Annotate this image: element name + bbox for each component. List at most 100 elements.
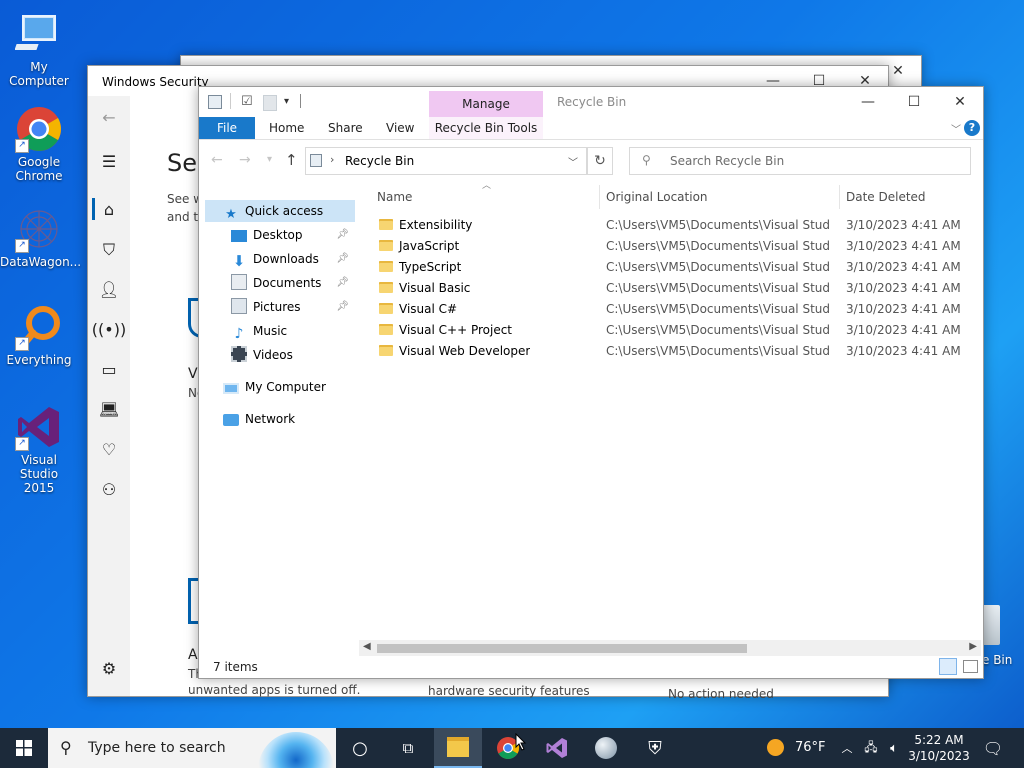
table-row[interactable]: TypeScript C:\Users\VM5\Documents\Visual… (373, 257, 1024, 278)
desktop-icon-everything[interactable]: ↗ Everything (0, 303, 78, 367)
weather-temperature[interactable]: 76°F (795, 740, 826, 755)
nav-documents[interactable]: Documents 📌︎ (231, 272, 353, 294)
scrollbar-thumb[interactable] (377, 644, 747, 653)
details-view-icon[interactable] (939, 658, 957, 675)
nav-music[interactable]: ♪ Music (231, 320, 353, 342)
column-header-date-deleted[interactable]: Date Deleted (846, 185, 926, 209)
app-browser-icon[interactable]: ▭ (88, 360, 130, 379)
scroll-left-icon[interactable]: ◀ (363, 641, 371, 652)
manage-context-tab[interactable]: Manage (429, 91, 543, 117)
navigation-pane: ★ Quick access Desktop 📌︎ ⬇ Downloads 📌︎ Doc… (199, 183, 359, 656)
tab-share[interactable]: Share (328, 117, 363, 139)
taskbar-visual-studio[interactable] (533, 728, 581, 768)
pin-icon[interactable]: 📌︎ (336, 296, 349, 318)
table-row[interactable]: Visual C++ Project C:\Users\VM5\Document… (373, 320, 1024, 341)
table-row[interactable]: Visual C# C:\Users\VM5\Documents\Visual … (373, 299, 1024, 320)
nav-downloads[interactable]: ⬇ Downloads 📌︎ (231, 248, 353, 270)
nav-my-computer[interactable]: My Computer (223, 376, 353, 398)
address-bar[interactable]: › Recycle Bin ﹀ (305, 147, 587, 175)
pin-icon[interactable]: 📌︎ (336, 248, 349, 270)
pin-icon[interactable]: 📌︎ (336, 272, 349, 294)
file-explorer-window[interactable]: ☑ ▾ Manage Recycle Bin — ☐ ✕ File Home S… (198, 86, 984, 679)
breadcrumb[interactable]: Recycle Bin (345, 154, 414, 168)
desktop-icon-datawagon[interactable]: ↗ DataWagon... (0, 205, 81, 269)
recent-locations-icon[interactable]: ▾ (267, 154, 272, 165)
person-icon[interactable]: 👤︎ (88, 280, 130, 299)
close-icon[interactable]: ✕ (937, 87, 983, 117)
desktop-icon-label: Visual Studio 2015 (19, 453, 59, 495)
desktop-icon-my-computer[interactable]: My Computer (0, 10, 78, 88)
tab-recycle-bin-tools[interactable]: Recycle Bin Tools (429, 117, 543, 139)
desktop-icon-visual-studio[interactable]: ↗ Visual Studio 2015 (0, 403, 78, 495)
search-input[interactable]: Search Recycle Bin (670, 154, 784, 168)
taskbar-app-globe[interactable] (582, 728, 630, 768)
breadcrumb-separator-icon[interactable]: › (330, 153, 334, 166)
title-bar[interactable]: ☑ ▾ Manage Recycle Bin — ☐ ✕ (199, 87, 983, 117)
shield-icon[interactable]: ⛉ (88, 240, 130, 260)
back-arrow-icon[interactable]: ← (211, 152, 223, 168)
taskbar-search-input[interactable]: Type here to search (88, 740, 226, 756)
folder-icon (379, 240, 393, 251)
search-box[interactable]: ⚲ Search Recycle Bin (629, 147, 971, 175)
forward-arrow-icon[interactable]: → (239, 152, 251, 168)
task-view-icon[interactable]: ⧉ (384, 728, 432, 768)
column-header-original-location[interactable]: Original Location (606, 185, 708, 209)
back-arrow-icon[interactable]: ← (88, 108, 130, 127)
expand-ribbon-icon[interactable]: ﹀ (951, 121, 961, 136)
taskbar-windows-security[interactable]: ⛨ (631, 728, 679, 768)
horizontal-scrollbar[interactable]: ◀ ▶ (359, 640, 981, 656)
help-icon[interactable]: ? (964, 120, 980, 136)
large-icons-view-icon[interactable] (963, 660, 978, 673)
chevron-down-icon[interactable]: ﹀ (568, 154, 578, 169)
heart-pulse-icon[interactable]: ♡ (88, 440, 130, 459)
home-icon[interactable]: ⌂ (88, 200, 130, 219)
security-sidebar: ← ☰ ⌂ ⛉ 👤︎ ((•)) ▭ 💻︎ ♡ ⚇ ⚙ (88, 96, 130, 696)
wireless-icon[interactable]: ((•)) (88, 320, 130, 339)
desktop-icon-label[interactable]: e Bin (982, 653, 1012, 667)
shortcut-arrow-icon: ↗ (15, 337, 29, 351)
properties-icon[interactable]: ☑ (241, 94, 253, 109)
column-header-name[interactable]: Name (377, 185, 412, 209)
scroll-right-icon[interactable]: ▶ (969, 641, 977, 652)
computer-icon (14, 10, 63, 58)
taskbar-search-box[interactable]: ⚲ Type here to search (48, 728, 336, 768)
visual-studio-icon (546, 738, 567, 758)
nav-desktop[interactable]: Desktop 📌︎ (231, 224, 353, 246)
maximize-icon[interactable]: ☐ (891, 87, 937, 117)
desktop-icon-google-chrome[interactable]: ↗ Google Chrome (0, 105, 78, 183)
magnifier-icon: ↗ (15, 303, 63, 351)
table-row[interactable]: Visual Basic C:\Users\VM5\Documents\Visu… (373, 278, 1024, 299)
minimize-icon[interactable]: — (845, 87, 891, 117)
hamburger-menu-icon[interactable]: ☰ (88, 152, 130, 171)
settings-gear-icon[interactable]: ⚙ (88, 659, 130, 678)
tab-file[interactable]: File (199, 117, 255, 139)
download-arrow-icon: ⬇ (232, 252, 246, 270)
nav-network[interactable]: Network (223, 408, 353, 430)
tab-view[interactable]: View (386, 117, 414, 139)
pin-icon[interactable]: 📌︎ (336, 224, 349, 246)
table-row[interactable]: Extensibility C:\Users\VM5\Documents\Vis… (373, 215, 1024, 236)
volume-icon[interactable]: 🔈︎ (884, 728, 904, 768)
new-folder-icon[interactable] (263, 95, 277, 111)
tab-home[interactable]: Home (269, 117, 304, 139)
start-button[interactable] (0, 728, 48, 768)
taskbar-file-explorer[interactable] (434, 728, 482, 768)
cortana-icon[interactable]: ○ (336, 728, 384, 768)
laptop-icon[interactable]: 💻︎ (88, 400, 130, 419)
quick-access-toolbar-dropdown-icon[interactable]: ▾ (284, 96, 289, 107)
mouse-cursor (515, 732, 527, 754)
family-icon[interactable]: ⚇ (88, 480, 130, 499)
table-row[interactable]: Visual Web Developer C:\Users\VM5\Docume… (373, 341, 1024, 362)
chevron-up-icon[interactable]: ︿ (838, 728, 856, 768)
table-row[interactable]: JavaScript C:\Users\VM5\Documents\Visual… (373, 236, 1024, 257)
nav-pictures[interactable]: Pictures 📌︎ (231, 296, 353, 318)
nav-videos[interactable]: Videos (231, 344, 353, 366)
recycle-bin-icon (208, 95, 222, 109)
music-note-icon: ♪ (234, 326, 244, 342)
nav-quick-access[interactable]: ★ Quick access (223, 200, 353, 222)
refresh-icon[interactable]: ↻ (587, 147, 613, 175)
taskbar-clock[interactable]: 5:22 AM 3/10/2023 (906, 732, 972, 764)
network-icon[interactable]: 🖧︎ (860, 728, 882, 768)
up-arrow-icon[interactable]: ↑ (285, 151, 298, 169)
notification-center-icon[interactable]: 🗨︎ (978, 728, 1008, 768)
